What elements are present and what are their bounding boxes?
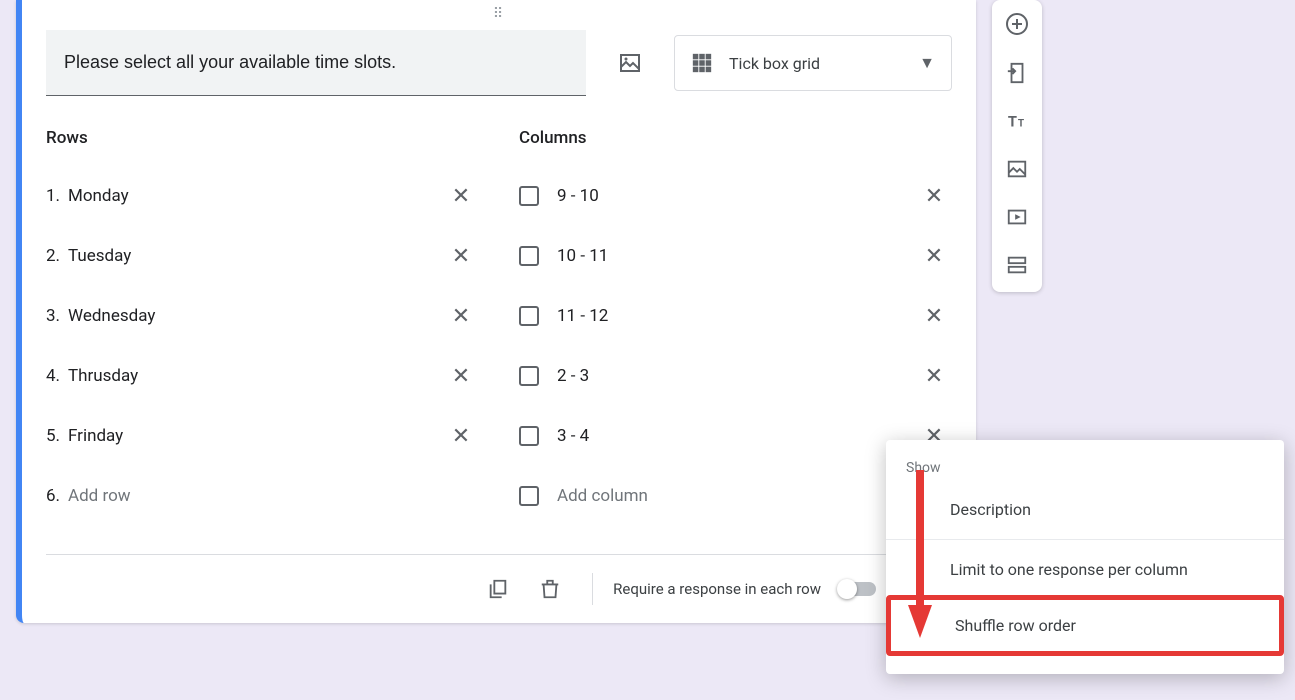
add-image-button[interactable]	[1006, 158, 1028, 184]
import-questions-button[interactable]	[1006, 62, 1028, 88]
image-icon	[618, 51, 642, 75]
duplicate-button[interactable]	[476, 567, 520, 611]
row-item[interactable]: 3.Wednesday✕	[46, 286, 479, 346]
remove-row-icon[interactable]: ✕	[443, 298, 479, 334]
menu-divider	[886, 539, 1284, 540]
checkbox-icon	[519, 426, 539, 446]
remove-column-icon[interactable]: ✕	[916, 238, 952, 274]
remove-row-icon[interactable]: ✕	[443, 418, 479, 454]
question-header-row: Tick box grid ▼	[46, 30, 952, 96]
menu-item-limit[interactable]: Limit to one response per column	[886, 544, 1284, 595]
remove-column-icon[interactable]: ✕	[916, 358, 952, 394]
card-footer: Require a response in each row	[22, 555, 976, 623]
column-item[interactable]: 2 - 3✕	[519, 346, 952, 406]
checkbox-icon	[519, 186, 539, 206]
add-row-button[interactable]: 6.Add row	[46, 466, 479, 526]
question-type-select[interactable]: Tick box grid ▼	[674, 35, 952, 91]
add-image-button[interactable]	[606, 39, 654, 87]
import-icon	[1006, 62, 1028, 84]
chevron-down-icon: ▼	[919, 53, 935, 73]
drag-handle-icon[interactable]: ⠿	[493, 6, 505, 22]
svg-text:T: T	[1008, 113, 1017, 131]
rows-column: Rows 1.Monday✕ 2.Tuesday✕ 3.Wednesday✕ 4…	[46, 128, 479, 526]
remove-row-icon[interactable]: ✕	[443, 238, 479, 274]
floating-toolbar: TT	[992, 0, 1042, 292]
checkbox-icon	[519, 366, 539, 386]
row-item[interactable]: 4.Thrusday✕	[46, 346, 479, 406]
plus-circle-icon	[1005, 12, 1029, 36]
image-icon	[1006, 158, 1028, 180]
add-section-button[interactable]	[1006, 254, 1028, 280]
video-icon	[1006, 206, 1028, 228]
remove-row-icon[interactable]: ✕	[443, 358, 479, 394]
copy-icon	[487, 578, 509, 600]
checkbox-icon	[519, 306, 539, 326]
require-response-label: Require a response in each row	[613, 580, 821, 598]
remove-column-icon[interactable]: ✕	[916, 178, 952, 214]
question-type-label: Tick box grid	[729, 54, 903, 73]
row-item[interactable]: 1.Monday✕	[46, 166, 479, 226]
tick-box-grid-icon	[691, 52, 713, 74]
column-item[interactable]: 11 - 12✕	[519, 286, 952, 346]
question-card: ⠿ Tick box grid ▼ Rows 1.Monday✕ 2.Tuesd…	[16, 0, 976, 623]
trash-icon	[539, 578, 561, 600]
row-item[interactable]: 2.Tuesday✕	[46, 226, 479, 286]
menu-section-label: Show	[886, 454, 1284, 484]
text-icon: TT	[1006, 110, 1028, 132]
separator	[592, 573, 593, 605]
checkbox-icon	[519, 246, 539, 266]
rows-heading: Rows	[46, 128, 479, 148]
rows-columns-container: Rows 1.Monday✕ 2.Tuesday✕ 3.Wednesday✕ 4…	[46, 128, 952, 526]
require-response-toggle[interactable]	[839, 582, 876, 596]
add-title-button[interactable]: TT	[1006, 110, 1028, 136]
section-icon	[1006, 254, 1028, 276]
row-item[interactable]: 5.Frinday✕	[46, 406, 479, 466]
column-item[interactable]: 9 - 10✕	[519, 166, 952, 226]
remove-row-icon[interactable]: ✕	[443, 178, 479, 214]
checkbox-icon	[519, 486, 539, 506]
remove-column-icon[interactable]: ✕	[916, 298, 952, 334]
menu-item-description[interactable]: Description	[886, 484, 1284, 535]
column-item[interactable]: 10 - 11✕	[519, 226, 952, 286]
svg-text:T: T	[1018, 119, 1025, 130]
columns-heading: Columns	[519, 128, 952, 148]
delete-button[interactable]	[528, 567, 572, 611]
add-question-button[interactable]	[1005, 12, 1029, 40]
options-menu: Show Description Limit to one response p…	[886, 440, 1284, 674]
menu-item-shuffle[interactable]: Shuffle row order	[886, 595, 1284, 656]
add-video-button[interactable]	[1006, 206, 1028, 232]
question-title-input[interactable]	[46, 30, 586, 96]
